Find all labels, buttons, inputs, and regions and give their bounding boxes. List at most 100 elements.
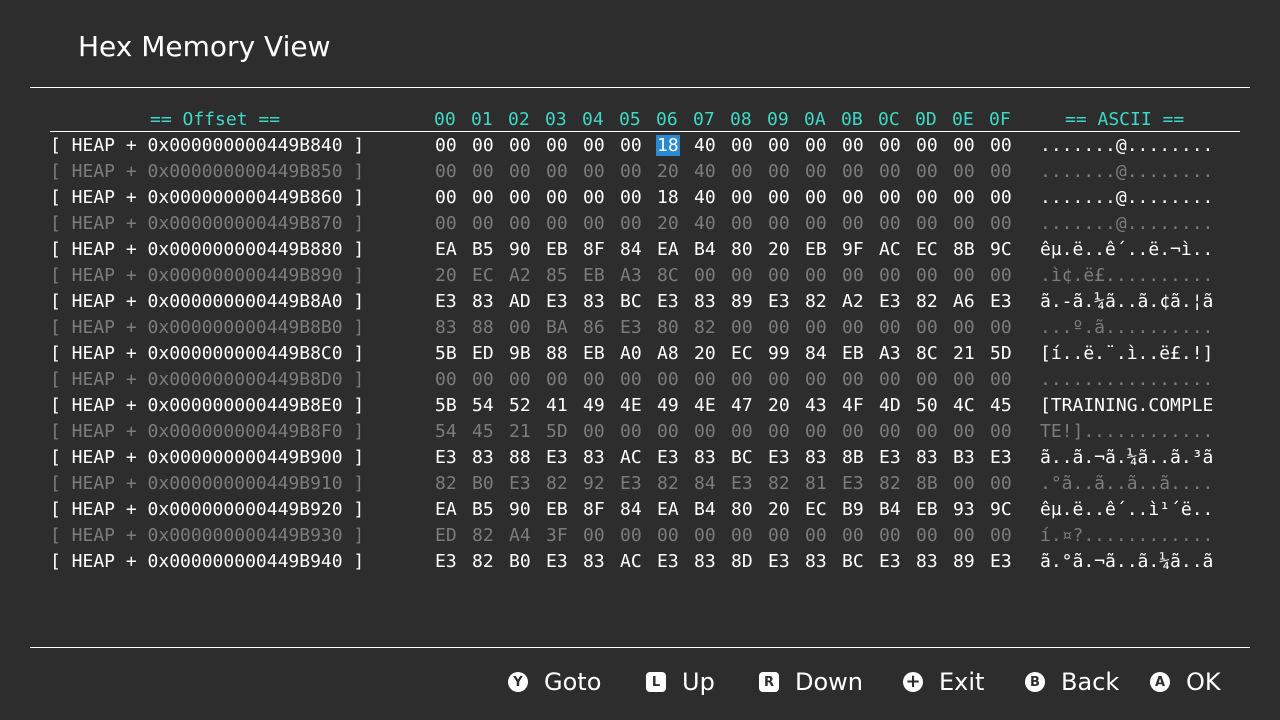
byte-cell[interactable]: 43 (804, 393, 841, 419)
byte-cell[interactable]: 00 (434, 159, 471, 185)
byte-cell[interactable]: BA (545, 315, 582, 341)
byte-cell[interactable]: 00 (693, 523, 730, 549)
byte-cell[interactable]: 4E (619, 393, 656, 419)
byte-cell[interactable]: 00 (619, 523, 656, 549)
byte-cell[interactable]: 00 (915, 185, 952, 211)
byte-cell[interactable]: 82 (878, 471, 915, 497)
byte-cell[interactable]: 5B (434, 341, 471, 367)
byte-cell[interactable]: 00 (767, 211, 804, 237)
byte-cell[interactable]: 00 (582, 185, 619, 211)
byte-cell[interactable]: 00 (952, 159, 989, 185)
byte-cell[interactable]: 00 (582, 159, 619, 185)
byte-cell[interactable]: 20 (767, 237, 804, 263)
byte-cell[interactable]: 00 (471, 133, 508, 159)
byte-cell[interactable]: E3 (545, 549, 582, 575)
byte-cell[interactable]: 00 (878, 263, 915, 289)
byte-cell[interactable]: E3 (656, 289, 693, 315)
byte-cell[interactable]: 00 (508, 185, 545, 211)
byte-cell[interactable]: 83 (693, 445, 730, 471)
byte-cell[interactable]: 00 (767, 159, 804, 185)
byte-cell[interactable]: 00 (619, 133, 656, 159)
byte-cell[interactable]: 00 (841, 185, 878, 211)
byte-cell[interactable]: 00 (767, 419, 804, 445)
byte-cell[interactable]: 49 (656, 393, 693, 419)
byte-cell[interactable]: E3 (656, 445, 693, 471)
byte-cell[interactable]: 00 (952, 185, 989, 211)
byte-cell[interactable]: E3 (619, 471, 656, 497)
byte-cell[interactable]: E3 (767, 549, 804, 575)
byte-cell[interactable]: AC (619, 549, 656, 575)
byte-cell[interactable]: 8B (952, 237, 989, 263)
byte-cell[interactable]: 00 (952, 263, 989, 289)
byte-cell[interactable]: E3 (730, 471, 767, 497)
byte-cell[interactable]: B4 (878, 497, 915, 523)
byte-cell[interactable]: 93 (952, 497, 989, 523)
byte-cell[interactable]: 00 (434, 211, 471, 237)
byte-cell[interactable]: 80 (730, 237, 767, 263)
byte-cell[interactable]: B9 (841, 497, 878, 523)
byte-cell[interactable]: 20 (656, 211, 693, 237)
byte-cell[interactable]: 00 (693, 263, 730, 289)
byte-cell[interactable]: 00 (989, 523, 1026, 549)
byte-cell[interactable]: 80 (656, 315, 693, 341)
byte-cell[interactable]: 00 (582, 419, 619, 445)
byte-cell[interactable]: 00 (804, 211, 841, 237)
byte-cell[interactable]: A4 (508, 523, 545, 549)
byte-cell[interactable]: 86 (582, 315, 619, 341)
byte-cell[interactable]: 54 (434, 419, 471, 445)
byte-cell[interactable]: 20 (656, 159, 693, 185)
byte-cell[interactable]: 40 (693, 211, 730, 237)
byte-cell[interactable]: 00 (730, 133, 767, 159)
byte-cell[interactable]: E3 (767, 289, 804, 315)
byte-cell[interactable]: 45 (471, 419, 508, 445)
byte-cell[interactable]: 00 (508, 211, 545, 237)
byte-cell[interactable]: 00 (471, 159, 508, 185)
byte-cell[interactable]: 00 (878, 211, 915, 237)
byte-cell[interactable]: 00 (915, 419, 952, 445)
byte-cell[interactable]: 40 (693, 185, 730, 211)
byte-cell[interactable]: 00 (878, 367, 915, 393)
down-button[interactable]: R Down (759, 668, 863, 696)
byte-cell[interactable]: 00 (434, 185, 471, 211)
byte-cell[interactable]: ED (471, 341, 508, 367)
byte-cell[interactable]: 83 (582, 549, 619, 575)
byte-cell[interactable]: B4 (693, 237, 730, 263)
byte-cell[interactable]: 00 (545, 159, 582, 185)
byte-cell[interactable]: E3 (545, 289, 582, 315)
byte-cell[interactable]: 00 (952, 315, 989, 341)
byte-cell[interactable]: 00 (915, 263, 952, 289)
byte-cell[interactable]: 80 (730, 497, 767, 523)
byte-cell[interactable]: 4D (878, 393, 915, 419)
byte-cell[interactable]: 00 (434, 367, 471, 393)
byte-cell[interactable]: 00 (508, 159, 545, 185)
byte-cell[interactable]: 00 (656, 419, 693, 445)
byte-cell[interactable]: 00 (989, 419, 1026, 445)
byte-cell[interactable]: 00 (804, 315, 841, 341)
byte-cell[interactable]: EB (915, 497, 952, 523)
byte-cell[interactable]: 00 (582, 367, 619, 393)
byte-cell[interactable]: 82 (545, 471, 582, 497)
exit-button[interactable]: + Exit (903, 668, 984, 696)
byte-cell[interactable]: 90 (508, 497, 545, 523)
byte-cell[interactable]: EC (804, 497, 841, 523)
byte-cell[interactable]: 00 (804, 523, 841, 549)
byte-cell[interactable]: 8F (582, 237, 619, 263)
byte-cell[interactable]: A8 (656, 341, 693, 367)
byte-cell[interactable]: 00 (582, 523, 619, 549)
byte-cell[interactable]: A3 (619, 263, 656, 289)
byte-cell[interactable]: 00 (841, 211, 878, 237)
byte-cell[interactable]: 00 (767, 185, 804, 211)
byte-cell[interactable]: 00 (804, 133, 841, 159)
byte-cell[interactable]: 00 (730, 263, 767, 289)
byte-cell[interactable]: 4E (693, 393, 730, 419)
byte-cell[interactable]: 00 (767, 263, 804, 289)
byte-cell[interactable]: ED (434, 523, 471, 549)
byte-cell[interactable]: 00 (915, 367, 952, 393)
byte-cell[interactable]: 83 (582, 445, 619, 471)
byte-cell[interactable]: 00 (841, 523, 878, 549)
byte-cell[interactable]: 00 (915, 523, 952, 549)
byte-cell[interactable]: EA (656, 497, 693, 523)
byte-cell[interactable]: 82 (656, 471, 693, 497)
byte-cell[interactable]: 90 (508, 237, 545, 263)
byte-cell[interactable]: EC (471, 263, 508, 289)
